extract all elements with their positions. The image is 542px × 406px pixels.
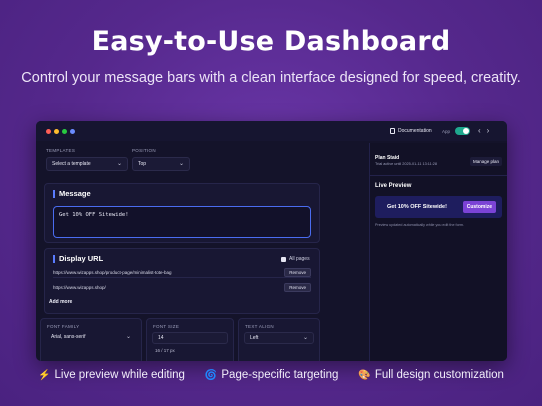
live-preview-title: Live Preview xyxy=(375,183,412,189)
chevron-down-icon: ⌄ xyxy=(178,161,184,167)
feature-item: 🌀 Page-specific targeting xyxy=(205,369,338,381)
add-more-button[interactable]: Add more xyxy=(49,299,72,305)
text-align-select[interactable]: Left ⌄ xyxy=(244,332,314,344)
display-url-panel: Display URL All pages https://www.wizapp… xyxy=(44,248,320,314)
manage-plan-button[interactable]: Manage plan xyxy=(469,157,502,166)
app-toggle-label: App xyxy=(442,129,451,134)
url-value[interactable]: https://www.wizapps.shop/product-page/mi… xyxy=(53,270,172,275)
divider xyxy=(370,175,507,176)
text-align-panel: TEXT ALIGN Left ⌄ xyxy=(238,318,320,361)
preview-bar-text: Get 10% OFF Sitewide! xyxy=(387,204,447,210)
feature-item: ⚡ Live preview while editing xyxy=(38,369,185,381)
font-family-panel: FONT FAMILY Arial, sans-serif ⌄ xyxy=(40,318,142,361)
font-family-label: FONT FAMILY xyxy=(47,324,80,329)
document-icon xyxy=(390,128,395,134)
close-window-dot[interactable] xyxy=(46,129,51,134)
message-panel: Message Get 10% OFF Sitewide! xyxy=(44,183,320,243)
chevron-down-icon: ⌄ xyxy=(116,161,122,167)
right-sidebar: Plan Staid Trial active until 2025-01-11… xyxy=(369,143,507,361)
lightning-icon: ⚡ xyxy=(38,369,51,381)
app-toggle[interactable] xyxy=(455,127,470,135)
customize-button[interactable]: Customize xyxy=(462,201,496,213)
font-size-label: FONT SIZE xyxy=(153,324,180,329)
url-value[interactable]: https://www.wizapps.shop/ xyxy=(53,285,106,290)
text-align-label: TEXT ALIGN xyxy=(245,324,274,329)
feature-label: Page-specific targeting xyxy=(221,369,339,381)
url-row: https://www.wizapps.shop/product-page/mi… xyxy=(53,267,311,278)
hero-title: Easy-to-Use Dashboard xyxy=(91,26,451,57)
all-pages-checkbox[interactable] xyxy=(281,257,286,262)
message-title: Message xyxy=(53,190,91,198)
documentation-label: Documentation xyxy=(398,128,432,134)
remove-url-button[interactable]: Remove xyxy=(284,283,311,292)
font-size-input[interactable]: 14 xyxy=(152,332,228,344)
nav-arrows[interactable]: ‹› xyxy=(478,126,495,135)
template-select[interactable]: Select a template ⌄ xyxy=(46,157,128,171)
position-select[interactable]: Top ⌄ xyxy=(132,157,190,171)
url-row: https://www.wizapps.shop/ Remove xyxy=(53,282,311,293)
preview-note: Preview updated automatically while you … xyxy=(375,223,464,227)
preview-message-bar: Get 10% OFF Sitewide! Customize xyxy=(375,196,502,218)
position-label: POSITION xyxy=(132,148,156,153)
maximize-window-dot[interactable] xyxy=(62,129,67,134)
text-align-value: Left xyxy=(250,335,259,341)
display-url-title: Display URL xyxy=(53,255,103,263)
template-select-value: Select a template xyxy=(52,161,91,167)
hero-subtitle: Control your message bars with a clean i… xyxy=(21,70,521,86)
font-family-value: Arial, sans-serif xyxy=(51,334,86,340)
dashboard-window: Documentation App ‹› TEMPLATES Select a … xyxy=(36,121,507,361)
feature-label: Live preview while editing xyxy=(54,369,185,381)
message-textarea[interactable]: Get 10% OFF Sitewide! xyxy=(53,206,311,238)
minimize-window-dot[interactable] xyxy=(54,129,59,134)
palette-icon: 🎨 xyxy=(358,369,371,381)
remove-url-button[interactable]: Remove xyxy=(284,268,311,277)
feature-list: ⚡ Live preview while editing 🌀 Page-spec… xyxy=(0,369,542,381)
extra-window-dot xyxy=(70,129,75,134)
all-pages-label: All pages xyxy=(289,256,310,262)
font-family-select[interactable]: Arial, sans-serif ⌄ xyxy=(46,332,136,344)
chevron-down-icon: ⌄ xyxy=(125,334,131,340)
chevron-down-icon: ⌄ xyxy=(302,335,308,341)
feature-label: Full design customization xyxy=(374,369,504,381)
plan-title: Plan Staid xyxy=(375,155,400,161)
feature-item: 🎨 Full design customization xyxy=(358,369,504,381)
plan-subtitle: Trial active until 2025-01-11 13:11:28 xyxy=(375,162,437,166)
templates-label: TEMPLATES xyxy=(46,148,76,153)
position-select-value: Top xyxy=(138,161,147,167)
documentation-link[interactable]: Documentation xyxy=(390,128,432,134)
font-size-panel: FONT SIZE 14 16 / 17 px xyxy=(146,318,234,361)
font-size-note: 16 / 17 px xyxy=(155,348,175,353)
window-titlebar: Documentation App ‹› xyxy=(36,121,507,141)
target-icon: 🌀 xyxy=(204,369,218,381)
